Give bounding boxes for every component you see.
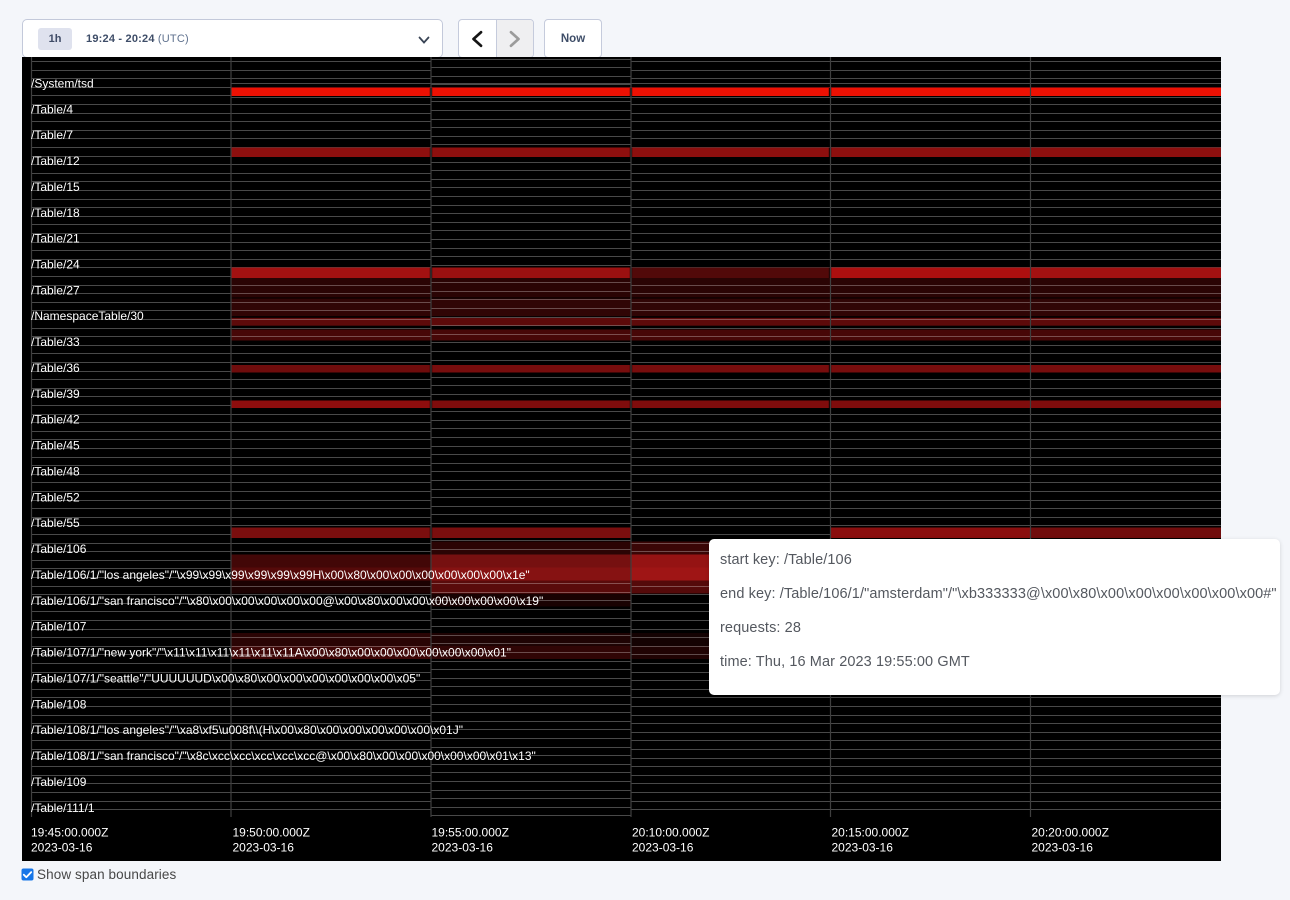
svg-text:19:45:00.000Z: 19:45:00.000Z	[31, 826, 108, 840]
svg-text:/NamespaceTable/30: /NamespaceTable/30	[31, 309, 144, 323]
svg-text:/Table/108: /Table/108	[31, 697, 87, 711]
svg-text:/Table/106: /Table/106	[31, 542, 87, 556]
svg-text:/Table/21: /Table/21	[31, 232, 80, 246]
svg-text:/Table/4: /Table/4	[31, 102, 73, 116]
svg-text:2023-03-16: 2023-03-16	[432, 841, 494, 855]
svg-text:/Table/107/1/"new york"/"\x11\: /Table/107/1/"new york"/"\x11\x11\x11\x1…	[31, 646, 511, 660]
svg-text:20:20:00.000Z: 20:20:00.000Z	[1032, 826, 1109, 840]
svg-text:/Table/111/1: /Table/111/1	[31, 801, 95, 815]
svg-text:/Table/108/1/"los angeles"/"\x: /Table/108/1/"los angeles"/"\xa8\xf5\u00…	[31, 723, 463, 737]
svg-text:/Table/107: /Table/107	[31, 620, 87, 634]
svg-text:2023-03-16: 2023-03-16	[632, 841, 694, 855]
svg-text:/Table/15: /Table/15	[31, 180, 80, 194]
svg-text:/Table/33: /Table/33	[31, 335, 80, 349]
svg-text:/Table/55: /Table/55	[31, 516, 80, 530]
svg-text:/Table/39: /Table/39	[31, 387, 80, 401]
svg-text:2023-03-16: 2023-03-16	[1032, 841, 1094, 855]
svg-text:/Table/108/1/"san francisco"/": /Table/108/1/"san francisco"/"\x8c\xcc\x…	[31, 749, 536, 763]
svg-text:/Table/106/1/"los angeles"/"\x: /Table/106/1/"los angeles"/"\x99\x99\x99…	[31, 568, 530, 582]
svg-text:/Table/36: /Table/36	[31, 361, 80, 375]
svg-text:19:55:00.000Z: 19:55:00.000Z	[432, 826, 509, 840]
svg-text:19:50:00.000Z: 19:50:00.000Z	[233, 826, 310, 840]
svg-text:/Table/45: /Table/45	[31, 439, 80, 453]
svg-text:/Table/27: /Table/27	[31, 283, 80, 297]
svg-text:/Table/18: /Table/18	[31, 206, 80, 220]
svg-text:20:10:00.000Z: 20:10:00.000Z	[632, 826, 709, 840]
svg-text:/Table/52: /Table/52	[31, 490, 80, 504]
svg-text:/Table/24: /Table/24	[31, 258, 80, 272]
svg-text:2023-03-16: 2023-03-16	[832, 841, 894, 855]
svg-text:20:15:00.000Z: 20:15:00.000Z	[832, 826, 909, 840]
svg-text:/System/tsd: /System/tsd	[31, 76, 94, 90]
svg-text:/Table/48: /Table/48	[31, 464, 80, 478]
svg-text:2023-03-16: 2023-03-16	[31, 841, 93, 855]
svg-text:/Table/7: /Table/7	[31, 128, 73, 142]
svg-text:/Table/109: /Table/109	[31, 775, 87, 789]
svg-text:/Table/106/1/"san francisco"/": /Table/106/1/"san francisco"/"\x80\x00\x…	[31, 594, 543, 608]
svg-text:/Table/107/1/"seattle"/"UUUUUU: /Table/107/1/"seattle"/"UUUUUUD\x00\x80\…	[31, 671, 420, 685]
svg-text:/Table/42: /Table/42	[31, 413, 80, 427]
svg-text:2023-03-16: 2023-03-16	[233, 841, 295, 855]
svg-text:/Table/12: /Table/12	[31, 154, 80, 168]
